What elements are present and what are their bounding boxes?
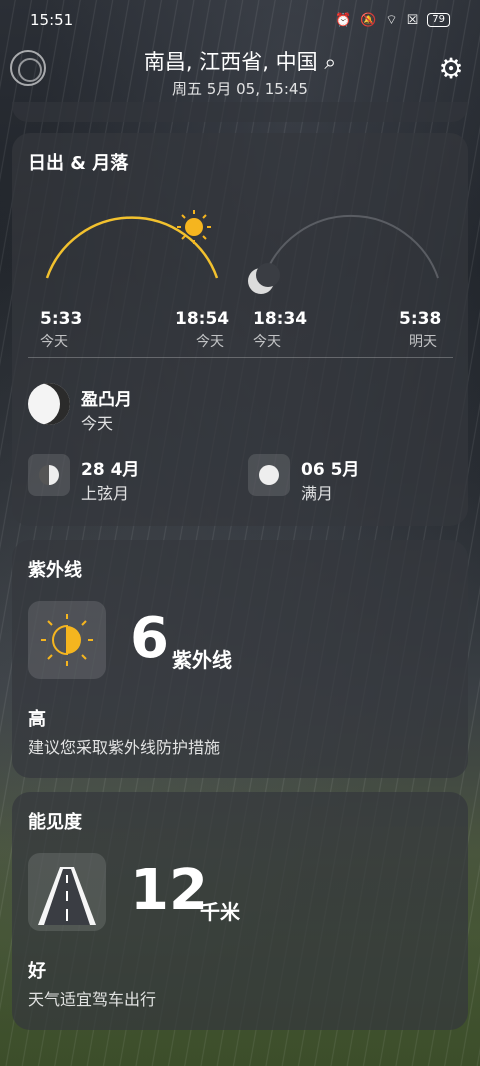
status-bar: 15:51 ⏰ 🔕 ⌔ ☒ 79 <box>0 0 480 40</box>
current-phase-day: 今天 <box>81 414 114 433</box>
uv-advice: 建议您采取紫外线防护措施 <box>28 738 221 757</box>
sunset-day: 今天 <box>196 334 224 350</box>
gear-icon[interactable]: ⚙ <box>436 54 466 84</box>
divider <box>28 357 453 358</box>
card-title: 日出 & 月落 <box>28 153 129 174</box>
current-phase-name: 盈凸月 <box>81 390 132 410</box>
uv-card: 紫外线 6 紫外线 高 建议您采取紫外线防护措施 <box>12 540 468 778</box>
visibility-card: 能见度 12 千米 好 天气适宜驾车出行 <box>12 792 468 1030</box>
location-text: 南昌, 江西省, 中国 <box>143 50 318 74</box>
moonrise-time: 18:34 <box>253 309 308 329</box>
sun-moon-card: 日出 & 月落 5:33 今天 18:54 今天 18:34 今天 5:38 明… <box>12 133 468 526</box>
phase-2-date: 06 5月 <box>301 460 360 480</box>
location-title[interactable]: 南昌, 江西省, 中国 ⌕ <box>0 46 480 76</box>
visibility-unit: 千米 <box>200 900 240 924</box>
uv-level: 高 <box>28 709 46 730</box>
header: 南昌, 江西省, 中国 ⌕ 周五 5月 05, 15:45 ⚙ <box>0 40 480 102</box>
search-icon[interactable]: ⌕ <box>324 50 336 74</box>
partial-card <box>12 102 468 122</box>
sim-icon: ☒ <box>406 12 419 28</box>
date-time: 周五 5月 05, 15:45 <box>172 80 308 98</box>
moonset-time: 5:38 <box>399 309 442 329</box>
mute-icon: 🔕 <box>360 12 377 28</box>
alarm-icon: ⏰ <box>335 12 352 28</box>
current-moon-phase-icon <box>28 383 70 425</box>
road-icon <box>28 853 106 931</box>
moon-icon <box>248 263 280 294</box>
wifi-icon: ⌔ <box>385 13 398 28</box>
full-moon-icon <box>248 454 290 496</box>
visibility-advice: 天气适宜驾车出行 <box>28 990 157 1009</box>
uv-value: 6 <box>130 606 169 671</box>
status-icons: ⏰ 🔕 ⌔ ☒ 79 <box>335 12 450 28</box>
moon-arc <box>263 215 439 279</box>
card-title: 紫外线 <box>28 560 82 581</box>
sunrise-time: 5:33 <box>40 309 83 329</box>
sunrise-day: 今天 <box>40 334 68 350</box>
visibility-value: 12 <box>130 858 208 923</box>
phase-1-date: 28 4月 <box>81 460 140 480</box>
status-time: 15:51 <box>30 11 74 29</box>
moonset-day: 明天 <box>409 334 437 350</box>
card-title: 能见度 <box>28 812 82 833</box>
sun-moon-arcs <box>45 210 439 294</box>
first-quarter-icon <box>28 454 70 496</box>
sun-icon <box>177 210 211 244</box>
moonrise-day: 今天 <box>253 334 281 350</box>
uv-icon <box>28 601 106 679</box>
sunset-time: 18:54 <box>175 309 230 329</box>
phase-2-name: 满月 <box>301 484 334 503</box>
battery-icon: 79 <box>427 13 450 27</box>
visibility-level: 好 <box>28 961 46 982</box>
phase-1-name: 上弦月 <box>81 484 130 503</box>
uv-unit: 紫外线 <box>172 648 232 672</box>
